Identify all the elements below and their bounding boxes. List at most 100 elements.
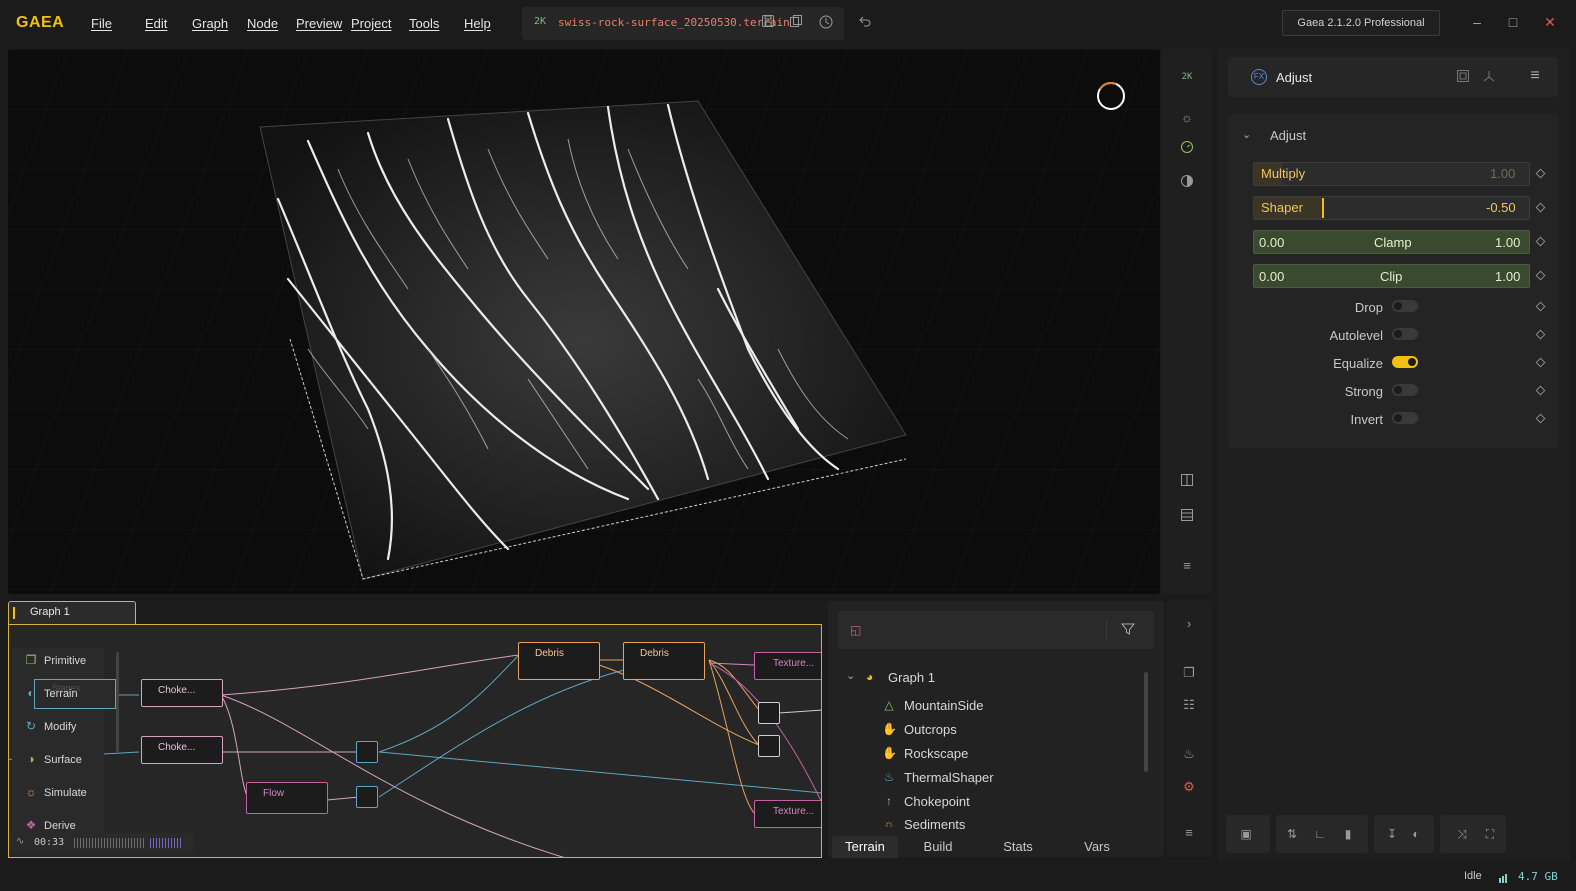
clip-min[interactable]: 0.00 xyxy=(1259,269,1284,284)
focus-icon[interactable]: ◱ xyxy=(850,622,866,638)
clamp-min[interactable]: 0.00 xyxy=(1259,235,1284,250)
save-icon[interactable] xyxy=(760,14,776,30)
terrain-preview xyxy=(8,49,1160,594)
flame-icon[interactable]: ♨ xyxy=(1180,745,1198,763)
sun-icon[interactable]: ☼ xyxy=(1176,107,1198,129)
sort-icon[interactable]: ⇅ xyxy=(1284,826,1300,842)
graph-node-reroute-3[interactable] xyxy=(758,702,780,724)
layout-icon[interactable] xyxy=(1176,507,1198,529)
drop-toggle[interactable] xyxy=(1392,300,1418,312)
material-sphere-icon[interactable] xyxy=(1176,173,1198,195)
panel-menu-icon[interactable]: ≡ xyxy=(1180,824,1198,842)
properties-menu-icon[interactable]: ≡ xyxy=(1526,67,1544,85)
copy-icon[interactable] xyxy=(788,14,804,30)
node-category-palette xyxy=(12,648,104,838)
status-state: Idle xyxy=(1464,870,1482,882)
graph-node-reroute-4[interactable] xyxy=(758,735,780,757)
graph-tab-label: Graph 1 xyxy=(30,606,70,618)
bookmark-icon[interactable]: ❐ xyxy=(1180,664,1198,682)
menu-preview[interactable]: Preview xyxy=(296,16,342,31)
memory-usage: 4.7 GB xyxy=(1518,870,1558,883)
layers-search[interactable]: ◱ xyxy=(838,611,1154,649)
maximize-icon[interactable]: □ xyxy=(1503,12,1523,32)
project-filename[interactable]: swiss-rock-surface_20250530.terrain xyxy=(558,16,790,29)
node-ports-icon[interactable] xyxy=(1482,69,1498,85)
clip-max[interactable]: 1.00 xyxy=(1495,269,1520,284)
close-icon[interactable]: ✕ xyxy=(1540,12,1560,32)
tab-graph-1[interactable] xyxy=(8,601,136,625)
chevron-right-icon[interactable]: › xyxy=(1180,615,1198,633)
invert-toggle[interactable] xyxy=(1392,412,1418,424)
filter-icon[interactable] xyxy=(1120,621,1138,639)
category-terrain[interactable]: ◐ Terrain xyxy=(18,680,98,708)
category-primitive[interactable]: ❐ Primitive xyxy=(18,647,98,675)
edition-badge[interactable]: Gaea 2.1.2.0 Professional xyxy=(1282,10,1440,36)
viewport-resolution-badge[interactable]: 2K xyxy=(1176,66,1198,88)
search-divider xyxy=(1106,619,1107,641)
graph-node-choke-2[interactable]: Choke... xyxy=(141,736,223,764)
graph-node-reroute-1[interactable] xyxy=(356,741,378,763)
tab-vars[interactable]: Vars xyxy=(1064,836,1130,858)
tree-item-thermalshaper[interactable]: ThermalShaper xyxy=(904,770,994,785)
menu-project[interactable]: Project xyxy=(351,16,391,31)
tree-item-outcrops[interactable]: Outcrops xyxy=(904,722,957,737)
rockscape-icon: ✋ xyxy=(882,746,897,760)
category-simulate[interactable]: ☼ Simulate xyxy=(18,779,98,807)
history-icon[interactable] xyxy=(818,14,834,30)
bug-icon[interactable]: ⚙ xyxy=(1180,778,1198,796)
menu-graph[interactable]: Graph xyxy=(192,16,228,31)
graph-node-texture-2[interactable]: Texture... xyxy=(754,800,821,828)
tab-stats[interactable]: Stats xyxy=(985,836,1051,858)
node-tree-icon[interactable]: ☷ xyxy=(1180,696,1198,714)
minimize-icon[interactable]: – xyxy=(1467,12,1487,32)
clamp-max[interactable]: 1.00 xyxy=(1495,235,1520,250)
tab-terrain[interactable]: Terrain xyxy=(832,836,898,858)
menu-help[interactable]: Help xyxy=(464,16,491,31)
tree-item-mountainside[interactable]: MountainSide xyxy=(904,698,984,713)
tree-item-rockscape[interactable]: Rockscape xyxy=(904,746,968,761)
add-node-icon[interactable]: ▣ xyxy=(1238,826,1254,842)
terrain-viewport[interactable] xyxy=(8,49,1160,594)
derive-icon: ❖ xyxy=(25,818,37,832)
menu-tools[interactable]: Tools xyxy=(409,16,439,31)
node-graph-canvas[interactable]: Choke... Choke... Flow Debris Debris Tex… xyxy=(8,624,822,858)
fullscreen-icon[interactable]: ⛶ xyxy=(1482,826,1498,842)
node-preview-icon[interactable] xyxy=(1456,69,1472,85)
tree-item-chokepoint[interactable]: Chokepoint xyxy=(904,794,970,809)
properties-title: Adjust xyxy=(1276,70,1313,85)
surface-icon: ◑ xyxy=(27,752,35,766)
tree-chevron-icon[interactable]: ⌄ xyxy=(846,670,858,682)
strong-toggle[interactable] xyxy=(1392,384,1418,396)
palette-scrollbar[interactable] xyxy=(116,652,119,752)
multiply-label: Multiply xyxy=(1261,166,1306,181)
category-surface[interactable]: ◑ Surface xyxy=(18,746,98,774)
menu-node[interactable]: Node xyxy=(247,16,278,31)
tree-root[interactable]: Graph 1 xyxy=(888,670,935,685)
equalize-toggle[interactable] xyxy=(1392,356,1418,368)
collapse-icon[interactable]: ⤨ xyxy=(1454,826,1470,842)
tree-item-sediments[interactable]: Sediments xyxy=(904,817,965,829)
category-modify[interactable]: ↻ Modify xyxy=(18,713,98,741)
tab-build[interactable]: Build xyxy=(905,836,971,858)
split-view-icon[interactable] xyxy=(1176,472,1198,494)
graph-node-debris-1[interactable]: Debris xyxy=(518,642,600,680)
fx-node-icon: FX xyxy=(1251,69,1267,85)
graph-node-debris-2[interactable]: Debris xyxy=(623,642,705,680)
slope-icon[interactable]: ∟ xyxy=(1312,826,1328,842)
camera-orbit-icon[interactable] xyxy=(1176,139,1198,161)
graph-node-choke-1[interactable]: Choke... xyxy=(141,679,223,707)
autolevel-toggle[interactable] xyxy=(1392,328,1418,340)
align-icon[interactable]: ▮ xyxy=(1340,826,1356,842)
menu-file[interactable]: File xyxy=(91,16,112,31)
chevron-down-icon[interactable]: ⌄ xyxy=(1242,128,1256,142)
menu-edit[interactable]: Edit xyxy=(145,16,167,31)
viewport-menu-icon[interactable]: ≡ xyxy=(1176,555,1198,577)
contrast-icon[interactable]: ◐ xyxy=(1408,826,1424,842)
shaper-handle[interactable] xyxy=(1322,198,1324,218)
graph-node-flow[interactable]: Flow xyxy=(246,782,328,814)
undo-icon[interactable] xyxy=(857,14,873,30)
graph-node-texture-1[interactable]: Texture... xyxy=(754,652,821,680)
drop-down-icon[interactable]: ↧ xyxy=(1384,826,1400,842)
graph-node-reroute-2[interactable] xyxy=(356,786,378,808)
layers-scrollbar[interactable] xyxy=(1144,672,1148,772)
